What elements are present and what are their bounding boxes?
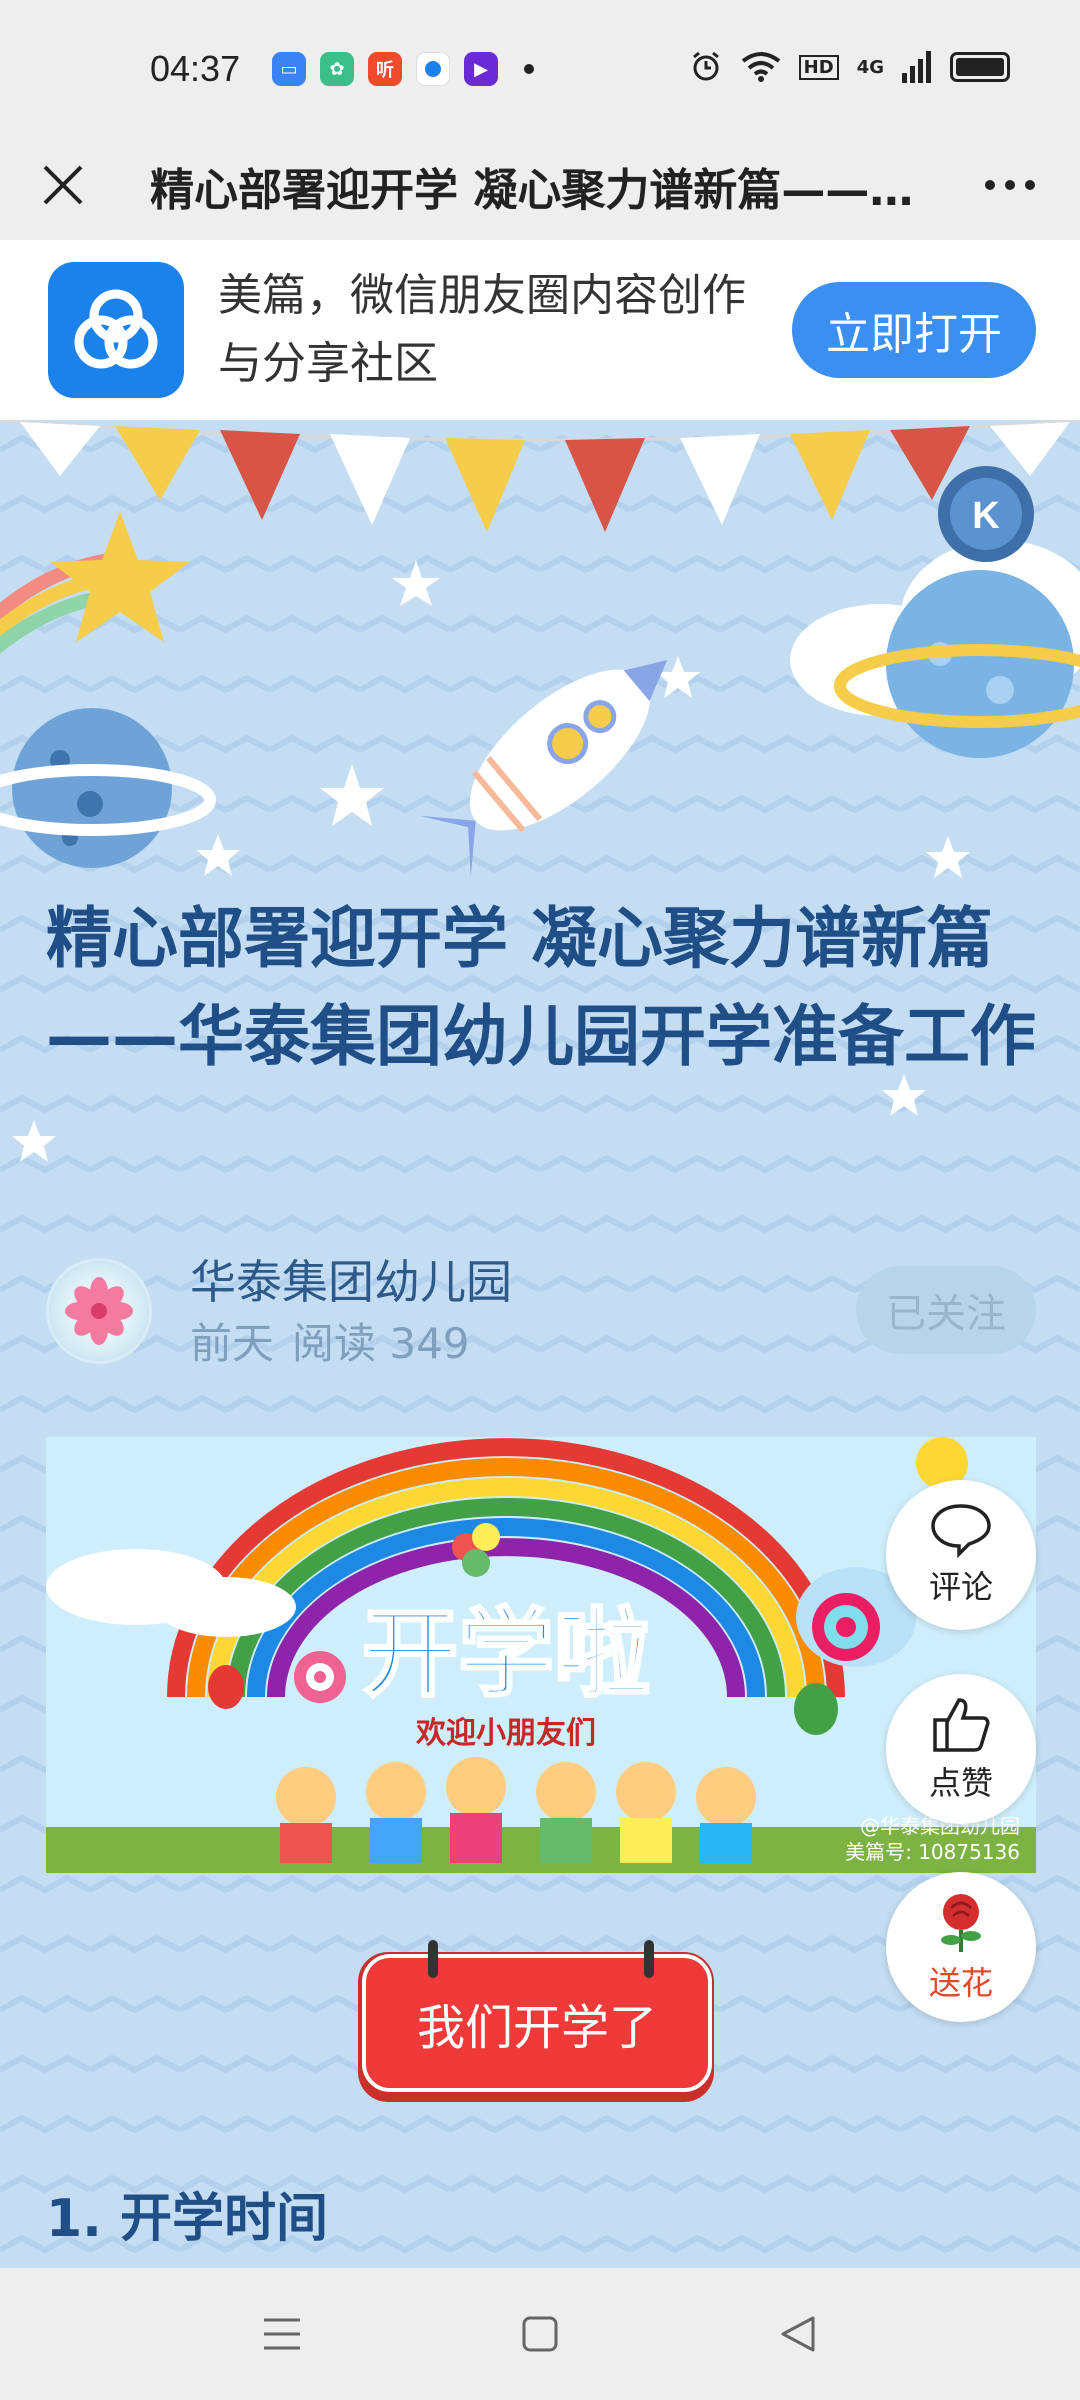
menu-nav-button[interactable] (252, 2304, 312, 2364)
back-triangle-icon (781, 2316, 815, 2352)
page-title: 精心部署迎开学 凝心聚力谱新篇——华泰集团幼儿园开学准备工作 (150, 165, 920, 216)
meipian-logo-icon (48, 262, 184, 398)
svg-text:K: K (972, 495, 1000, 537)
home-square-icon (522, 2316, 558, 2352)
app-blue-dot-icon (416, 52, 450, 86)
more-options-button[interactable] (970, 150, 1050, 220)
article-title: 精心部署迎开学 凝心聚力谱新篇——华泰集团幼儿园开学准备工作 (46, 900, 1036, 1075)
flower-avatar-icon (65, 1277, 133, 1345)
home-nav-button[interactable] (510, 2304, 570, 2364)
status-right: HD 4G (689, 50, 1010, 84)
section-sign-label: 我们开学了 (362, 1954, 712, 2092)
wifi-icon (741, 52, 780, 82)
hd-badge: HD (798, 54, 839, 80)
section-signboard: 我们开学了 (358, 1940, 724, 2110)
article-meta: 前天 阅读 349 (190, 1310, 488, 1371)
close-button[interactable] (28, 150, 98, 220)
notification-icons: ▭ ✿ 听 ▶ (272, 52, 534, 86)
video-app-icon: ▶ (464, 52, 498, 86)
article-banner-image[interactable]: 开学啦 欢迎小朋友们 @华泰集团幼儿园 美篇号: 10875136 (46, 1437, 1036, 1873)
send-flower-button[interactable]: 送花 (886, 1872, 1036, 2022)
alarm-icon (692, 51, 719, 81)
read-count: 阅读 349 (292, 1319, 470, 1368)
comment-button[interactable]: 评论 (886, 1480, 1036, 1630)
follow-button[interactable]: 已关注 (856, 1266, 1036, 1354)
app-green-icon: ✿ (320, 52, 354, 86)
more-icon (985, 180, 1035, 190)
rose-icon (941, 1894, 981, 1952)
back-nav-button[interactable] (768, 2304, 828, 2364)
ting-app-icon: 听 (368, 52, 402, 86)
close-icon (43, 165, 83, 205)
sign-hook-right (644, 1940, 654, 1978)
open-app-button[interactable]: 立即打开 (792, 282, 1036, 378)
image-watermark: @华泰集团幼儿园 美篇号: 10875136 (845, 1814, 1020, 1864)
menu-icon (264, 2318, 300, 2350)
system-nav-bar (0, 2268, 1080, 2400)
like-button[interactable]: 点赞 (886, 1674, 1036, 1824)
comment-icon (931, 1504, 991, 1558)
sign-hook-left (428, 1940, 438, 1978)
author-name[interactable]: 华泰集团幼儿园 (190, 1246, 512, 1312)
signal-icon (902, 51, 931, 83)
status-time: 04:37 (150, 48, 241, 89)
more-notifications-dot (524, 64, 534, 74)
banner-subline: 欢迎小朋友们 (415, 1716, 596, 1751)
promo-description: 美篇，微信朋友圈内容创作与分享社区 (218, 270, 746, 389)
app-promo-banner: 美篇，微信朋友圈内容创作与分享社区 立即打开 (0, 240, 1080, 420)
thumbs-up-icon (933, 1698, 990, 1752)
meipian-app-icon: ▭ (272, 52, 306, 86)
network-type: 4G (856, 56, 884, 78)
banner-headline: 开学啦 (362, 1598, 650, 1710)
publish-date: 前天 (190, 1319, 275, 1368)
section-heading: 1. 开学时间 (46, 2189, 329, 2249)
status-bar: 04:37 ▭ ✿ 听 ▶ HD 4G (0, 0, 1080, 130)
author-avatar[interactable] (46, 1258, 152, 1364)
battery-icon (950, 52, 1010, 82)
article-content: K 精心部署迎开学 凝心聚力谱新篇——华泰集团幼儿园开学准备工作 华泰集团幼儿园… (0, 420, 1080, 2268)
title-bar: 精心部署迎开学 凝心聚力谱新篇——华泰集团幼儿园开学准备工作 (0, 130, 1080, 240)
